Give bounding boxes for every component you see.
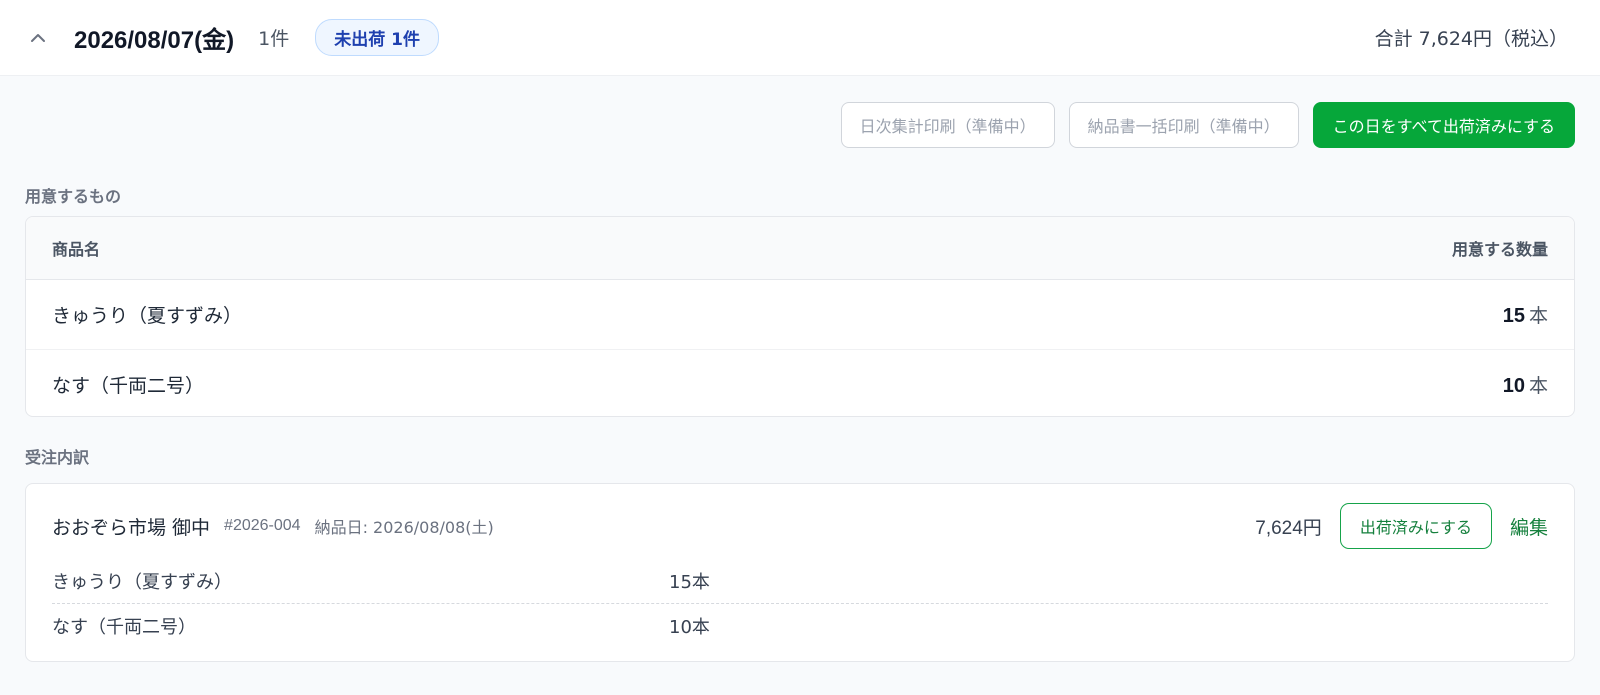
orders-section-title: 受注内訳 bbox=[25, 448, 90, 467]
line-product-name: なす（千両二号） bbox=[52, 617, 196, 638]
prep-qty: 15 本 bbox=[1503, 301, 1548, 328]
prep-table-header: 商品名 用意する数量 bbox=[26, 217, 1574, 280]
qty-unit: 本 bbox=[1528, 374, 1548, 397]
action-bar: 日次集計印刷（準備中） 納品書一括印刷（準備中） この日をすべて出荷済みにする bbox=[25, 76, 1575, 178]
delivery-date: 納品日: 2026/08/08(土) bbox=[314, 518, 494, 537]
day-date: 2026/08/07(金) bbox=[74, 27, 235, 54]
product-name: なす（千両二号） bbox=[52, 374, 205, 397]
list-item: なす（千両二号） 10本 bbox=[52, 603, 1548, 648]
order-amount: 7,624円 bbox=[1255, 517, 1322, 539]
bulk-invoice-print-button[interactable]: 納品書一括印刷（準備中） bbox=[1068, 102, 1299, 148]
prep-table: 商品名 用意する数量 きゅうり（夏すずみ） 15 本 なす（千両二号） 10 本 bbox=[25, 216, 1575, 417]
line-product-name: きゅうり（夏すずみ） bbox=[52, 571, 232, 593]
line-qty: 15本 bbox=[669, 571, 710, 593]
line-qty: 10本 bbox=[669, 617, 710, 638]
mark-all-shipped-button[interactable]: この日をすべて出荷済みにする bbox=[1312, 102, 1575, 148]
table-row: きゅうり（夏すずみ） 15 本 bbox=[26, 280, 1574, 349]
daily-print-button[interactable]: 日次集計印刷（準備中） bbox=[840, 102, 1055, 148]
qty-number: 15 bbox=[1502, 305, 1525, 327]
chevron-up-icon[interactable] bbox=[28, 28, 48, 48]
order-card: おおぞら市場 御中 #2026-004 納品日: 2026/08/08(土) 7… bbox=[25, 483, 1575, 662]
col-product-name: 商品名 bbox=[52, 240, 101, 259]
qty-number: 10 bbox=[1502, 374, 1525, 397]
mark-shipped-button[interactable]: 出荷済みにする bbox=[1339, 503, 1492, 549]
customer-name: おおぞら市場 御中 bbox=[52, 516, 211, 539]
order-summary: おおぞら市場 御中 #2026-004 納品日: 2026/08/08(土) 7… bbox=[52, 502, 1548, 550]
order-count: 1件 bbox=[258, 28, 290, 50]
product-name: きゅうり（夏すずみ） bbox=[52, 305, 243, 327]
col-prep-qty: 用意する数量 bbox=[1451, 240, 1548, 259]
status-badge: 未出荷 1件 bbox=[315, 19, 439, 56]
day-header: 2026/08/07(金) 1件 未出荷 1件 合計 7,624円（税込） bbox=[0, 0, 1600, 76]
edit-link[interactable]: 編集 bbox=[1510, 513, 1548, 540]
list-item: きゅうり（夏すずみ） 15本 bbox=[52, 558, 1548, 603]
prep-qty: 10 本 bbox=[1503, 371, 1548, 398]
prep-section-title: 用意するもの bbox=[25, 187, 122, 206]
day-content: 日次集計印刷（準備中） 納品書一括印刷（準備中） この日をすべて出荷済みにする … bbox=[0, 76, 1600, 662]
table-row: なす（千両二号） 10 本 bbox=[26, 349, 1574, 416]
qty-unit: 本 bbox=[1528, 305, 1548, 327]
day-total: 合計 7,624円（税込） bbox=[1374, 28, 1568, 50]
order-number: #2026-004 bbox=[224, 517, 301, 534]
